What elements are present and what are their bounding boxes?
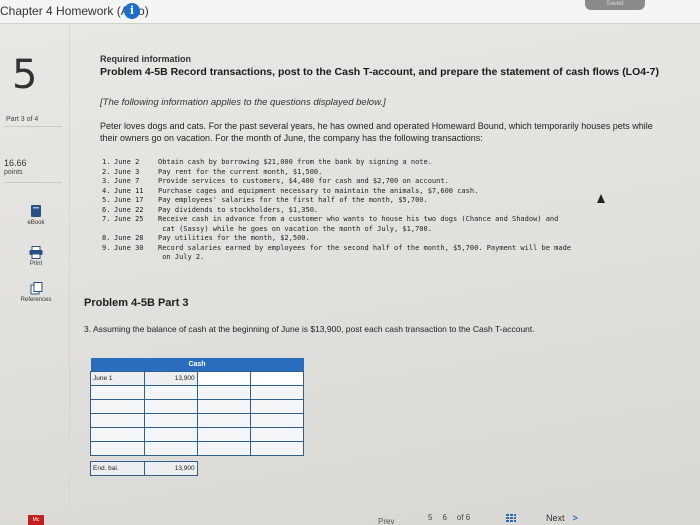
prev-button[interactable]: Prev [378,517,394,525]
table-row [90,384,304,400]
print-icon [29,246,43,259]
problem-heading: Problem 4-5B Record transactions, post t… [100,66,659,78]
table-row [90,398,304,414]
points-label: points [4,169,23,176]
divider [4,126,62,127]
t-account-header: Cash [90,358,304,371]
required-info-title: Required information [100,54,192,64]
question-number: 5 [12,52,38,98]
table-row: End. bal. 13,900 [90,460,304,476]
credit-label-input[interactable] [196,426,252,442]
debit-amount-input[interactable] [143,440,198,456]
divider [4,182,62,183]
debit-amount-input[interactable] [143,426,198,442]
table-row [90,412,304,428]
part-instruction: 3. Assuming the balance of cash at the b… [84,324,535,334]
references-icon [30,282,42,295]
credit-amount-input[interactable] [250,440,304,456]
transaction-list: 1. June 2 Obtain cash by borrowing $21,000… [102,158,662,263]
page-current[interactable]: 5 [428,513,432,522]
list-item: 9. June 30 Record salaries earned by emplo… [102,243,572,262]
list-item: 8. June 28 Pay utilities for the month, $2… [102,234,310,242]
points-value: 16.66 [4,158,27,168]
debit-amount-input[interactable] [143,398,198,414]
page-total: of 6 [456,513,471,522]
credit-amount-input[interactable] [250,426,304,442]
table-row: June 1 13,900 [90,370,304,386]
problem-intro: Peter loves dogs and cats. For the past … [100,121,653,143]
next-button[interactable]: Next > [546,513,578,523]
ebook-button[interactable]: eBook [16,204,56,226]
opening-amount-cell: 13,900 [143,370,198,386]
ending-balance-label-cell: End. bal. [90,460,145,476]
info-icon[interactable]: i [124,3,140,19]
question-sidebar: 5 Part 3 of 4 16.66 points eBook Print R… [0,24,70,525]
references-label: References [20,297,52,303]
debit-amount-input[interactable] [143,412,198,428]
debit-label-input[interactable] [90,384,145,400]
opening-label-cell: June 1 [90,370,145,386]
references-button[interactable]: References [12,282,60,303]
page-next[interactable]: 6 [442,513,446,522]
credit-amount-input[interactable] [250,384,304,400]
chevron-right-icon: > [572,513,578,523]
cash-t-account: Cash June 1 13,900 End. bal. 13,900 [90,358,304,476]
debit-label-input[interactable] [90,440,145,456]
debit-label-input[interactable] [90,426,145,442]
credit-label-input[interactable] [196,384,252,400]
list-item: 3. June 7 Provide services to customers, $… [102,177,449,185]
part-indicator: Part 3 of 4 [6,116,39,123]
credit-label-input[interactable] [196,370,252,386]
part-title: Problem 4-5B Part 3 [84,297,189,309]
brand-logo: Mc [28,515,44,525]
print-button[interactable]: Print [16,246,56,267]
ebook-icon [31,205,41,217]
print-label: Print [29,261,43,267]
question-content: Required information Problem 4-5B Record… [70,24,700,525]
saved-status-badge: Saved [585,0,645,10]
list-item: 1. June 2 Obtain cash by borrowing $21,000… [102,158,432,166]
title-bar: Chapter 4 Homework (Algo) i Saved [0,0,700,24]
list-item: 4. June 11 Purchase cages and equipment ne… [102,186,479,195]
footer-navigation: Mc Prev 5 6 of 6 Next > [0,505,700,525]
applies-note: [The following information applies to th… [100,97,386,108]
debit-label-input[interactable] [90,398,145,414]
page-indicator: 5 6 of 6 [428,513,480,522]
debit-amount-input[interactable] [143,384,198,400]
credit-label-input[interactable] [196,440,252,456]
list-item: 7. June 25 Receive cash in advance from a … [102,215,559,233]
grid-icon[interactable] [506,514,516,522]
next-label: Next [546,513,565,523]
list-item: 5. June 17 Pay employees' salaries for the… [102,196,428,204]
debit-label-input[interactable] [90,412,145,428]
mouse-cursor-icon [597,194,605,203]
ending-balance-amount-cell: 13,900 [143,460,198,476]
credit-label-input[interactable] [196,398,252,414]
credit-amount-input[interactable] [250,370,304,386]
table-row [90,426,304,442]
table-row [90,440,304,456]
credit-label-input[interactable] [196,412,252,428]
credit-amount-input[interactable] [250,412,304,428]
list-item: 6. June 22 Pay dividends to stockholders, … [102,205,319,214]
list-item: 2. June 3 Pay rent for the current month, … [102,167,323,176]
ebook-label: eBook [27,220,45,226]
credit-amount-input[interactable] [250,398,304,414]
